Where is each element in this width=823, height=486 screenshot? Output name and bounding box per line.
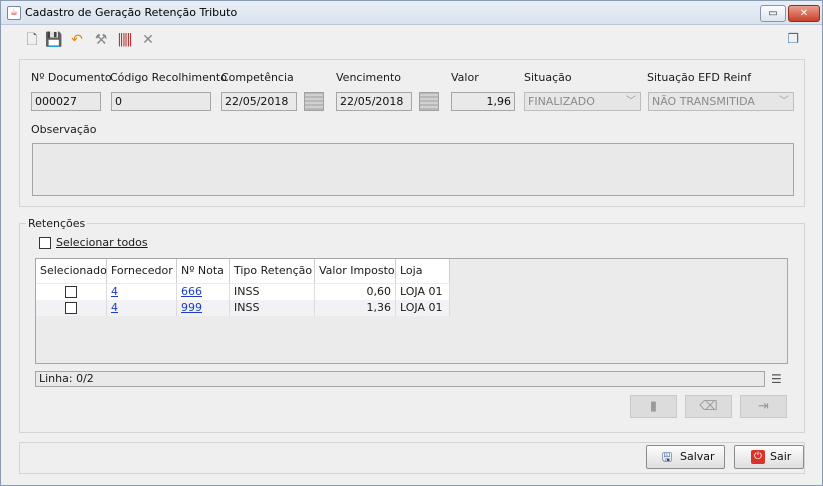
- column-header-valor[interactable]: Valor Imposto: [315, 259, 396, 283]
- export-icon: ⇥: [758, 399, 769, 414]
- situacao-select[interactable]: FINALIZADO ﹀: [524, 92, 641, 111]
- situacao-efd-label: Situação EFD Reinf: [647, 71, 752, 84]
- valor-cell: 1,36: [315, 300, 396, 316]
- observacao-label: Observação: [31, 123, 97, 136]
- export-button[interactable]: ⇥: [740, 395, 787, 418]
- power-icon: ⏻: [751, 450, 765, 464]
- observacao-textarea[interactable]: [32, 143, 794, 196]
- table-row[interactable]: 4 999 INSS 1,36 LOJA 01: [36, 300, 450, 316]
- exit-button[interactable]: ⏻ Sair: [734, 445, 804, 469]
- vencimento-calendar-icon[interactable]: [419, 92, 439, 111]
- row-checkbox[interactable]: [65, 302, 77, 314]
- column-header-fornecedor[interactable]: Fornecedor: [107, 259, 177, 283]
- undo-icon[interactable]: ↶: [68, 31, 86, 49]
- vencimento-field[interactable]: 22/05/2018: [336, 92, 412, 111]
- vencimento-label: Vencimento: [336, 71, 402, 84]
- select-all-label[interactable]: Selecionar todos: [56, 236, 148, 249]
- column-header-nota[interactable]: Nº Nota: [177, 259, 230, 283]
- row-select-cell: [36, 284, 107, 300]
- save-button-label: Salvar: [680, 450, 715, 463]
- new-document-icon[interactable]: 🗋: [23, 31, 41, 49]
- loja-cell: LOJA 01: [396, 300, 450, 316]
- table-row[interactable]: 4 666 INSS 0,60 LOJA 01: [36, 284, 450, 300]
- java-icon: ☕: [7, 6, 21, 20]
- competencia-label: Competência: [221, 71, 294, 84]
- document-panel: Nº Documento 000027 Código Recolhimento …: [19, 59, 805, 207]
- situacao-value: FINALIZADO: [528, 95, 595, 108]
- tool-icon[interactable]: ⚒: [92, 31, 110, 49]
- broom-icon: ⌫: [699, 399, 718, 414]
- row-status: Linha: 0/2: [35, 371, 765, 387]
- chevron-down-icon: ﹀: [779, 96, 789, 107]
- restore-button[interactable]: ▭: [760, 5, 786, 22]
- column-header-loja[interactable]: Loja: [396, 259, 450, 283]
- delete-row-button[interactable]: ▮: [630, 395, 677, 418]
- title-bar: ☕ Cadastro de Geração Retenção Tributo ▭…: [1, 1, 822, 25]
- windows-icon[interactable]: ❐: [784, 31, 802, 49]
- trash-icon: ▮: [649, 399, 658, 414]
- floppy-icon: 🖫: [661, 450, 673, 464]
- retencoes-title: Retenções: [26, 217, 88, 230]
- main-window: ☕ Cadastro de Geração Retenção Tributo ▭…: [0, 0, 823, 486]
- column-header-selecionado[interactable]: Selecionado: [36, 259, 107, 283]
- exit-button-label: Sair: [770, 450, 792, 463]
- tipo-cell: INSS: [230, 284, 315, 300]
- close-window-button[interactable]: ✕: [788, 5, 820, 22]
- save-button[interactable]: 🖫 Salvar: [646, 445, 725, 469]
- retencoes-table: Selecionado Fornecedor Nº Nota Tipo Rete…: [35, 258, 788, 364]
- documento-field[interactable]: 000027: [31, 92, 101, 111]
- save-icon[interactable]: 💾: [45, 31, 63, 49]
- nota-link[interactable]: 999: [177, 300, 230, 316]
- nota-link[interactable]: 666: [177, 284, 230, 300]
- loja-cell: LOJA 01: [396, 284, 450, 300]
- barcode-icon[interactable]: ‖‖‖: [115, 31, 133, 49]
- window-title: Cadastro de Geração Retenção Tributo: [25, 6, 238, 19]
- chevron-down-icon: ﹀: [626, 96, 636, 107]
- valor-cell: 0,60: [315, 284, 396, 300]
- delete-icon[interactable]: ✕: [139, 31, 157, 49]
- menu-icon[interactable]: ☰: [771, 373, 785, 385]
- row-select-cell: [36, 300, 107, 316]
- codigo-label: Código Recolhimento: [110, 71, 227, 84]
- situacao-label: Situação: [524, 71, 572, 84]
- competencia-calendar-icon[interactable]: [304, 92, 324, 111]
- fornecedor-link[interactable]: 4: [107, 300, 177, 316]
- select-all-checkbox[interactable]: [39, 237, 51, 249]
- valor-field[interactable]: 1,96: [451, 92, 515, 111]
- valor-label: Valor: [451, 71, 479, 84]
- documento-label: Nº Documento: [31, 71, 112, 84]
- situacao-efd-select[interactable]: NÃO TRANSMITIDA ﹀: [648, 92, 794, 111]
- competencia-field[interactable]: 22/05/2018: [221, 92, 297, 111]
- codigo-field[interactable]: 0: [111, 92, 211, 111]
- row-checkbox[interactable]: [65, 286, 77, 298]
- fornecedor-link[interactable]: 4: [107, 284, 177, 300]
- tipo-cell: INSS: [230, 300, 315, 316]
- situacao-efd-value: NÃO TRANSMITIDA: [652, 95, 755, 108]
- column-header-tipo[interactable]: Tipo Retenção: [230, 259, 315, 283]
- clear-button[interactable]: ⌫: [685, 395, 732, 418]
